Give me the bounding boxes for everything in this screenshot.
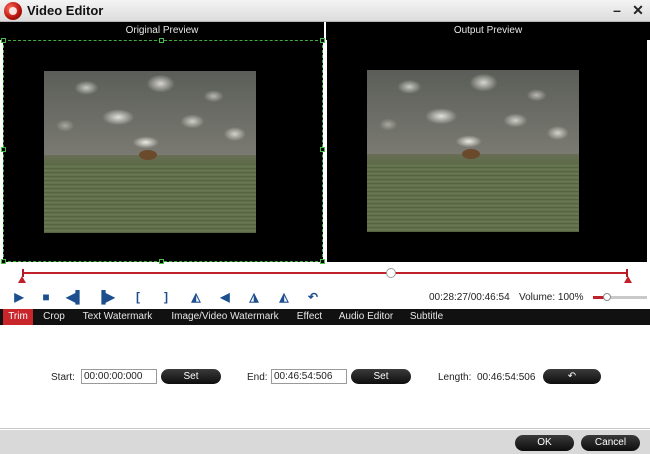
crop-handle[interactable] bbox=[320, 38, 325, 43]
mark-in-icon[interactable]: [ bbox=[129, 289, 147, 306]
video-editor-window: Video Editor – ✕ Original Preview Output… bbox=[0, 0, 650, 454]
volume-slider[interactable] bbox=[593, 293, 647, 301]
volume-label: Volume: 100% bbox=[519, 292, 584, 303]
output-video-frame bbox=[367, 70, 579, 232]
mark-out-icon[interactable]: ] bbox=[157, 289, 175, 306]
end-label: End: bbox=[247, 372, 268, 383]
rotate-right-icon[interactable]: ◭ bbox=[275, 289, 293, 306]
original-preview-pane[interactable] bbox=[1, 38, 325, 264]
minimize-button[interactable]: – bbox=[609, 2, 625, 18]
tab-trim[interactable]: Trim bbox=[3, 309, 33, 325]
crop-handle[interactable] bbox=[1, 38, 6, 43]
app-logo-icon bbox=[4, 2, 22, 20]
timeline-slider[interactable] bbox=[18, 264, 632, 283]
video-content bbox=[367, 70, 579, 155]
next-frame-icon[interactable]: ▐▶ bbox=[97, 289, 115, 306]
crop-handle[interactable] bbox=[320, 147, 325, 152]
tab-crop[interactable]: Crop bbox=[37, 309, 71, 325]
original-video-frame bbox=[44, 71, 256, 233]
video-content bbox=[44, 164, 256, 233]
tab-audio-editor[interactable]: Audio Editor bbox=[333, 309, 399, 325]
video-content bbox=[462, 149, 481, 160]
length-label: Length: bbox=[438, 372, 472, 383]
trim-panel: Start: Set End: Set Length: 00:46:54:506… bbox=[0, 325, 650, 429]
rotate-left-icon[interactable]: ◀ bbox=[216, 289, 234, 306]
crop-handle[interactable] bbox=[1, 259, 6, 264]
time-readout: 00:28:27/00:46:54 bbox=[429, 292, 510, 303]
end-time-input[interactable] bbox=[271, 369, 347, 384]
crop-handle[interactable] bbox=[159, 38, 164, 43]
title-bar: Video Editor – ✕ bbox=[0, 0, 650, 22]
video-content bbox=[44, 71, 256, 156]
start-triangle-icon[interactable] bbox=[18, 276, 26, 283]
play-icon[interactable]: ▶ bbox=[10, 289, 28, 306]
start-label: Start: bbox=[51, 372, 75, 383]
tab-image-video-watermark[interactable]: Image/Video Watermark bbox=[164, 309, 286, 325]
video-content bbox=[139, 150, 158, 161]
crop-handle[interactable] bbox=[1, 147, 6, 152]
tab-bar: Trim Crop Text Watermark Image/Video Waterm… bbox=[0, 309, 650, 325]
dialog-footer: OK Cancel bbox=[0, 430, 650, 454]
tab-effect[interactable]: Effect bbox=[290, 309, 329, 325]
reset-button[interactable]: ↶ bbox=[543, 369, 601, 384]
end-triangle-icon[interactable] bbox=[624, 276, 632, 283]
undo-icon[interactable]: ↶ bbox=[304, 289, 322, 306]
flip-horizontal-icon[interactable]: ◭ bbox=[187, 289, 205, 306]
window-title: Video Editor bbox=[27, 3, 104, 18]
output-preview-pane bbox=[327, 40, 647, 262]
playback-controls: 00:28:27/00:46:54 Volume: 100% ▶ ■ ◀▌ ▐▶ [] ◭… bbox=[0, 287, 650, 308]
set-end-button[interactable]: Set bbox=[351, 369, 411, 384]
start-time-input[interactable] bbox=[81, 369, 157, 384]
flip-vertical-icon[interactable]: ◮ bbox=[245, 289, 263, 306]
stop-icon[interactable]: ■ bbox=[37, 289, 55, 306]
tab-text-watermark[interactable]: Text Watermark bbox=[75, 309, 160, 325]
video-content bbox=[367, 163, 579, 232]
set-start-button[interactable]: Set bbox=[161, 369, 221, 384]
close-button[interactable]: ✕ bbox=[630, 2, 646, 18]
playhead[interactable] bbox=[386, 268, 397, 278]
timeline-track bbox=[23, 272, 627, 274]
volume-value: 100% bbox=[557, 292, 584, 303]
tab-subtitle[interactable]: Subtitle bbox=[403, 309, 450, 325]
cancel-button[interactable]: Cancel bbox=[581, 435, 640, 451]
ok-button[interactable]: OK bbox=[515, 435, 574, 451]
volume-knob[interactable] bbox=[602, 293, 611, 301]
length-value: 00:46:54:506 bbox=[477, 372, 536, 383]
output-preview-header: Output Preview bbox=[326, 22, 650, 40]
reset-arrow-icon: ↶ bbox=[567, 371, 577, 382]
prev-frame-icon[interactable]: ◀▌ bbox=[66, 289, 84, 306]
